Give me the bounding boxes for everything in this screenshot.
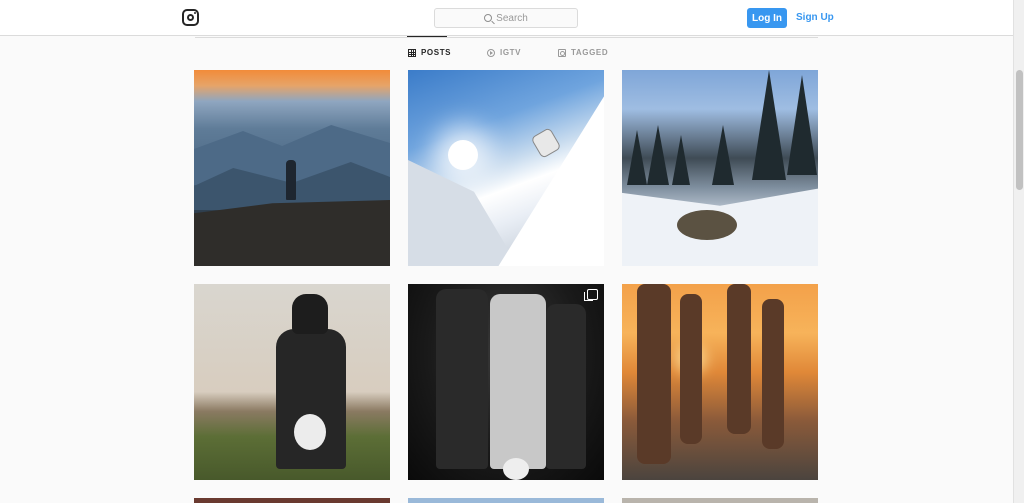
snow-slope-shape [408, 160, 518, 266]
ball-shape [503, 458, 529, 480]
ground-shape [194, 200, 390, 266]
tab-label: TAGGED [571, 48, 609, 57]
tree-shape [712, 125, 734, 185]
post-thumbnail-partial[interactable] [622, 498, 818, 503]
hood-shape [292, 294, 328, 334]
post-thumbnail[interactable] [622, 284, 818, 480]
post-thumbnail[interactable] [622, 70, 818, 266]
search-input[interactable]: Search [434, 8, 578, 28]
tab-posts[interactable]: POSTS [408, 48, 451, 57]
tree-shape [627, 130, 647, 185]
tabs-divider [195, 37, 818, 38]
horse-leg-shape [637, 284, 671, 464]
post-thumbnail-partial[interactable] [408, 498, 604, 503]
tree-shape [672, 135, 690, 185]
post-thumbnail[interactable] [408, 284, 604, 480]
grid-icon [408, 48, 416, 57]
search-placeholder: Search [496, 12, 528, 24]
stream-shape [677, 210, 737, 240]
carousel-icon [584, 289, 598, 301]
sun-shape [448, 140, 478, 170]
igtv-icon [487, 48, 495, 57]
post-thumbnail[interactable] [408, 70, 604, 266]
vertical-scrollbar[interactable] [1013, 0, 1024, 503]
post-thumbnail[interactable] [194, 284, 390, 480]
person-silhouette [286, 160, 296, 200]
tab-tagged[interactable]: TAGGED [558, 48, 608, 57]
top-nav-bar: Search Log In Sign Up [0, 0, 1013, 36]
horse-leg-shape [762, 299, 784, 449]
horse-leg-shape [727, 284, 751, 434]
tab-label: POSTS [421, 48, 452, 57]
tab-igtv[interactable]: IGTV [487, 48, 521, 57]
login-button[interactable]: Log In [747, 8, 787, 28]
scrollbar-thumb[interactable] [1016, 70, 1023, 190]
search-icon [484, 14, 493, 22]
player-shape [436, 289, 488, 469]
horse-leg-shape [680, 294, 702, 444]
tag-icon [558, 48, 566, 57]
player-shape [490, 294, 546, 469]
tree-shape [647, 125, 669, 185]
active-tab-indicator [407, 36, 447, 37]
post-thumbnail[interactable] [194, 70, 390, 266]
tab-label: IGTV [500, 48, 522, 57]
player-shape [546, 304, 586, 469]
snowboarder-shape [531, 128, 561, 158]
ball-shape [294, 414, 326, 450]
signup-link[interactable]: Sign Up [796, 12, 834, 23]
tree-shape [787, 75, 817, 175]
instagram-logo-icon[interactable] [182, 9, 199, 26]
tree-shape [752, 70, 786, 180]
post-thumbnail-partial[interactable] [194, 498, 390, 503]
